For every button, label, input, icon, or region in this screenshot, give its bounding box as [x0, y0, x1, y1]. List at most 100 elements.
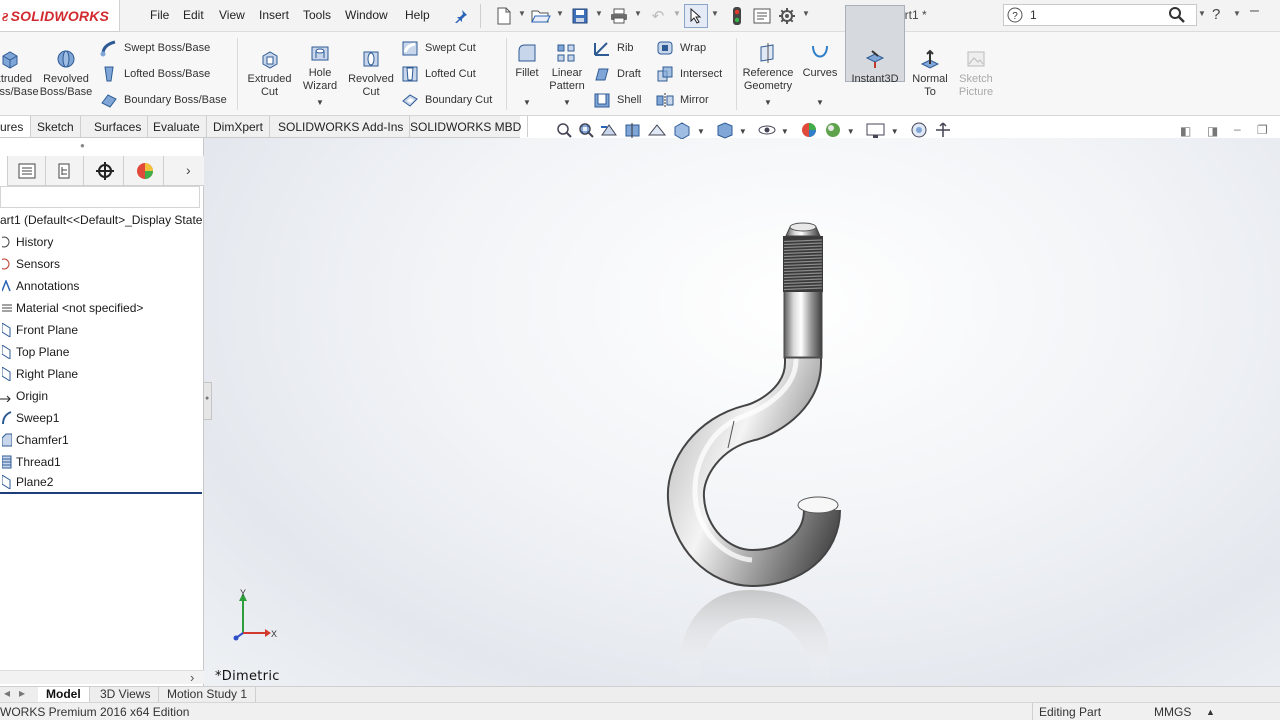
search-input[interactable]: 1 [1030, 8, 1037, 22]
dimxpert-manager-tab[interactable] [86, 156, 124, 186]
chevron-down-icon[interactable]: ▼ [673, 9, 681, 18]
graphics-area[interactable]: Y X [204, 138, 1280, 686]
menu-view[interactable]: View [219, 8, 245, 22]
minimize-document-icon[interactable]: – [1234, 122, 1241, 136]
chevron-down-icon[interactable]: ▼ [711, 9, 719, 18]
normal-to-button[interactable]: Normal To [907, 48, 953, 99]
print-icon[interactable] [609, 6, 629, 26]
configuration-manager-tab[interactable] [46, 156, 84, 186]
horizontal-scrollbar[interactable]: › [0, 670, 204, 685]
menu-window[interactable]: Window [345, 8, 388, 22]
lofted-boss-button[interactable]: Lofted Boss/Base [100, 65, 210, 83]
chevron-down-icon[interactable]: ▼ [697, 127, 705, 136]
tab-dimxpert[interactable]: DimXpert [207, 116, 271, 137]
solidworks-logo[interactable]: ƨ SOLIDWORKS [0, 0, 120, 32]
instant3d-button[interactable]: Instant3D [846, 48, 904, 86]
undo-icon[interactable]: ↶ [648, 6, 668, 26]
rebuild-traffic-light-icon[interactable] [727, 6, 747, 26]
rib-button[interactable]: Rib [593, 39, 634, 57]
linear-pattern-button[interactable]: Linear Pattern ▼ [546, 42, 588, 109]
gear-icon[interactable] [777, 6, 797, 26]
section-view-icon[interactable] [623, 121, 643, 142]
chevron-down-icon[interactable]: ▼ [740, 96, 796, 109]
chevron-down-icon[interactable]: ▼ [800, 96, 840, 109]
zoom-to-fit-icon[interactable] [555, 121, 573, 142]
move-triad-icon[interactable] [933, 121, 953, 142]
tab-features[interactable]: ures [0, 116, 31, 137]
pin-icon[interactable] [451, 6, 471, 26]
intersect-button[interactable]: Intersect [656, 65, 722, 83]
tile-left-icon[interactable]: ◧ [1180, 124, 1191, 138]
chevron-down-icon[interactable]: ▼ [518, 9, 526, 18]
view-settings-icon[interactable] [865, 121, 887, 142]
draft-button[interactable]: Draft [593, 65, 641, 83]
realview-icon[interactable] [909, 121, 929, 142]
part-model-hook[interactable] [204, 138, 1280, 686]
tab-3d-views[interactable]: 3D Views [92, 687, 160, 702]
chevron-down-icon[interactable]: ▼ [1233, 9, 1241, 18]
chevron-down-icon[interactable]: ▼ [847, 127, 855, 136]
chevron-down-icon[interactable]: ▼ [634, 9, 642, 18]
chevron-right-icon[interactable]: › [186, 162, 191, 178]
reference-geometry-button[interactable]: Reference Geometry ▼ [740, 42, 796, 109]
tab-evaluate[interactable]: Evaluate [147, 116, 207, 137]
units-label[interactable]: MMGS [1154, 705, 1191, 719]
chevron-down-icon[interactable]: ▼ [781, 127, 789, 136]
lofted-cut-button[interactable]: Lofted Cut [401, 65, 476, 83]
open-folder-icon[interactable] [531, 6, 551, 26]
chevron-down-icon[interactable]: ▼ [739, 127, 747, 136]
rollback-bar[interactable] [0, 492, 202, 494]
swept-boss-button[interactable]: Swept Boss/Base [100, 39, 210, 57]
chevron-down-icon[interactable]: ▼ [802, 9, 810, 18]
new-document-icon[interactable] [494, 6, 514, 26]
tab-mbd[interactable]: SOLIDWORKS MBD [404, 116, 529, 137]
hole-wizard-button[interactable]: Hole Wizard ▼ [298, 42, 342, 109]
extruded-boss-button[interactable]: Extruded Boss/Base [0, 48, 39, 99]
tree-item-material[interactable]: Material <not specified> [0, 298, 143, 318]
previous-view-icon[interactable] [599, 121, 619, 142]
chevron-down-icon[interactable]: ▼ [595, 9, 603, 18]
tab-addins[interactable]: SOLIDWORKS Add-Ins [272, 116, 411, 137]
feature-manager-tab[interactable] [0, 156, 8, 186]
minimize-icon[interactable]: – [1250, 2, 1259, 20]
tree-item-top-plane[interactable]: Top Plane [0, 342, 69, 362]
boundary-boss-button[interactable]: Boundary Boss/Base [100, 91, 227, 109]
save-icon[interactable] [570, 6, 590, 26]
boundary-cut-button[interactable]: Boundary Cut [401, 91, 492, 109]
tree-item-sensors[interactable]: Sensors [0, 254, 60, 274]
scroll-left-icon[interactable]: ◂ [4, 686, 10, 700]
select-cursor-icon[interactable] [684, 4, 708, 28]
menu-file[interactable]: File [150, 8, 169, 22]
hide-show-items-icon[interactable] [757, 121, 777, 142]
wrap-button[interactable]: Wrap [656, 39, 706, 57]
tree-item-front-plane[interactable]: Front Plane [0, 320, 78, 340]
revolved-boss-button[interactable]: Revolved Boss/Base [38, 48, 94, 99]
mirror-button[interactable]: Mirror [656, 91, 709, 109]
chevron-down-icon[interactable]: ▼ [298, 96, 342, 109]
tree-item-sweep1[interactable]: Sweep1 [0, 408, 59, 428]
menu-edit[interactable]: Edit [183, 8, 204, 22]
feature-tree-filter[interactable] [0, 186, 200, 208]
chevron-down-icon[interactable]: ▼ [556, 9, 564, 18]
panel-resize-handle[interactable]: ● [203, 382, 212, 420]
tree-item-thread1[interactable]: Thread1 [0, 452, 61, 472]
curves-button[interactable]: Curves ▼ [800, 42, 840, 109]
view-orientation-icon[interactable] [671, 121, 693, 142]
apply-scene-icon[interactable] [823, 121, 843, 142]
chevron-down-icon[interactable]: ▼ [546, 96, 588, 109]
tree-item-history[interactable]: History [0, 232, 53, 252]
panel-grip-icon[interactable]: ● [80, 141, 85, 150]
dynamic-annotation-icon[interactable] [647, 121, 667, 142]
search-box[interactable]: ? 1 [1003, 4, 1197, 26]
chevron-up-icon[interactable]: ▲ [1206, 707, 1215, 717]
tab-model[interactable]: Model [38, 687, 90, 702]
tree-item-annotations[interactable]: Annotations [0, 276, 79, 296]
edit-appearance-icon[interactable] [799, 121, 819, 142]
tile-right-icon[interactable]: ◨ [1207, 124, 1218, 138]
feature-tree-root[interactable]: art1 (Default<<Default>_Display State [0, 210, 202, 230]
tree-item-plane2[interactable]: Plane2 [0, 472, 53, 492]
sketch-picture-button[interactable]: Sketch Picture [953, 48, 999, 99]
display-manager-tab[interactable] [126, 156, 164, 186]
scroll-right-icon[interactable]: ▸ [19, 686, 25, 700]
menu-tools[interactable]: Tools [303, 8, 331, 22]
